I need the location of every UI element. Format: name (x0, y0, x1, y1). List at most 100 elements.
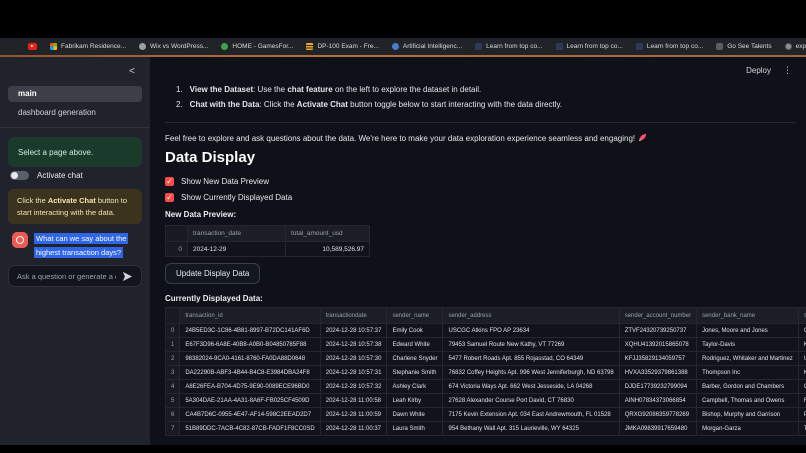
cell: 5A304DAE-21AA-4A31-8A6F-FB025CF4509D (180, 394, 320, 408)
new-data-preview-label: New Data Preview: (165, 210, 796, 219)
cell: A8E26FEA-B704-4D75-9E90-0089ECE96BD0 (180, 380, 320, 394)
text-segment: Chat with the Data (190, 100, 260, 109)
instruction-item: 1. View the Dataset: Use the chat feature… (165, 85, 796, 94)
sidebar-collapse-icon[interactable]: < (129, 67, 135, 77)
sidebar-item-dashboard-generation[interactable]: dashboard generation (8, 105, 142, 121)
cell: 10,589,526.97 (286, 242, 370, 257)
text-segment: chat feature (287, 85, 332, 94)
bookmark-item[interactable]: HOME - GamesFor... (221, 43, 293, 50)
chat-input-container (8, 265, 142, 287)
rocket-emoji (638, 133, 647, 144)
bookmark-label: Learn from top co... (647, 43, 703, 50)
cell: 0 (166, 242, 188, 257)
checkbox-icon[interactable]: ✓ (165, 177, 174, 186)
cell: Taylor-Davis (697, 338, 799, 352)
column-header[interactable]: sender_bank_name (697, 308, 799, 324)
leaf-favicon-icon (221, 43, 228, 50)
section-divider (165, 122, 796, 123)
cell: 2024-12-28 11:00:59 (320, 408, 387, 422)
column-header[interactable]: transactiondate (320, 308, 387, 324)
cell: XQHU41392015865078 (619, 338, 696, 352)
cell: 2024-12-28 10:57:32 (320, 380, 387, 394)
selected-text: What can we say about the highest transa… (34, 233, 128, 258)
bookmark-item[interactable]: Learn from top co... (636, 43, 703, 50)
column-header[interactable]: total_amount_usd (286, 226, 370, 242)
list-favicon-icon (306, 43, 313, 50)
bookmark-item[interactable]: Fabrikam Residence... (50, 43, 126, 50)
cell: 5 (166, 394, 180, 408)
cell: 2024-12-28 11:00:37 (320, 422, 387, 436)
cell: 24B5ED3C-1C86-4B81-8997-B72DC141AF6D (180, 324, 320, 338)
table-row[interactable]: 4A8E26FEA-B704-4D75-9E90-0089ECE96BD0202… (166, 380, 806, 394)
cell: Leah Kirby (387, 394, 443, 408)
bookmark-item[interactable]: Artificial Intelligenc... (392, 43, 462, 50)
text-segment: Activate Chat (297, 100, 348, 109)
text-segment: button toggle below to start interacting… (348, 100, 562, 109)
column-header[interactable]: sender_name (387, 308, 443, 324)
cell: 674 Victoria Ways Apt. 662 West Jessesid… (443, 380, 619, 394)
column-header[interactable] (166, 308, 180, 324)
column-header[interactable]: sender_swift_co (798, 308, 806, 324)
text-segment: : Use the (253, 85, 287, 94)
instruction-number: 1. (176, 85, 183, 94)
text-segment: View the Dataset (190, 85, 253, 94)
bookmark-item[interactable]: Learn from top co... (475, 43, 542, 50)
send-icon[interactable] (122, 271, 133, 282)
column-header[interactable] (166, 226, 188, 242)
bookmark-item[interactable]: exposing bill gates (785, 43, 806, 50)
checkbox-show-currently-displayed-data[interactable]: ✓ Show Currently Displayed Data (165, 193, 796, 202)
column-header[interactable]: transaction_id (180, 308, 320, 324)
column-header[interactable]: sender_account_number (619, 308, 696, 324)
column-header[interactable]: sender_address (443, 308, 619, 324)
checkbox-icon[interactable]: ✓ (165, 193, 174, 202)
checkbox-label: Show Currently Displayed Data (181, 193, 292, 202)
text-segment: Click the (17, 196, 48, 205)
cell: 2024-12-28 10:57:30 (320, 352, 387, 366)
cell: Rodriguez, Whitaker and Martinez (697, 352, 799, 366)
bookmark-item[interactable]: DP-100 Exam - Fre... (306, 43, 378, 50)
instruction-item: 2. Chat with the Data: Click the Activate… (165, 100, 796, 109)
table-row[interactable]: 3DA22290B-ABF3-4B44-B4C8-E3984DBA24F8202… (166, 366, 806, 380)
book-favicon-icon (475, 43, 482, 50)
column-header[interactable]: transaction_date (188, 226, 286, 242)
bookmark-item[interactable]: Wix vs WordPress... (139, 43, 208, 50)
cell: 1 (166, 338, 180, 352)
cell: 79453 Samuel Route New Kathy, VT 77269 (443, 338, 619, 352)
table-row[interactable]: 1E67F3D96-6A8E-40B8-A0B0-B04850785F88202… (166, 338, 806, 352)
chat-input[interactable] (17, 272, 116, 281)
bookmark-item[interactable]: Learn from top co... (556, 43, 623, 50)
bookmarks-list: Fabrikam Residence... Wix vs WordPress...… (28, 43, 806, 50)
deploy-button[interactable]: Deploy (746, 66, 771, 75)
new-data-preview-table: transaction_datetotal_amount_usd02024-12… (165, 225, 796, 257)
cell: 27628 Alexander Course Port David, CT 76… (443, 394, 619, 408)
update-display-data-button[interactable]: Update Display Data (165, 263, 260, 284)
table-row[interactable]: 6CA4B7D6C-0955-4E47-AF14-598C2EEAD2D7202… (166, 408, 806, 422)
instruction-text: Chat with the Data: Click the Activate C… (190, 100, 562, 109)
bookmark-label: DP-100 Exam - Fre... (317, 43, 378, 50)
instruction-number: 2. (176, 100, 183, 109)
cell: 2024-12-28 10:57:31 (320, 366, 387, 380)
star-favicon-icon (716, 43, 723, 50)
bookmark-label: Go See Talents (727, 43, 771, 50)
cell: 51B89DDC-7ACB-4C82-87CB-FADF1F8CC0SD (180, 422, 320, 436)
cell: QRXG92086359778269 (619, 408, 696, 422)
checkbox-show-new-data-preview[interactable]: ✓Show New Data Preview (165, 177, 796, 186)
table-row[interactable]: 55A304DAE-21AA-4A31-8A6F-FB025CF4509D202… (166, 394, 806, 408)
chat-message: What can we say about the highest transa… (12, 232, 142, 261)
table-row[interactable]: 751B89DDC-7ACB-4C82-87CB-FADF1F8CC0SD202… (166, 422, 806, 436)
table-row[interactable]: 298382024-9CA0-4161-8760-FA0DA88D0648202… (166, 352, 806, 366)
bookmark-item[interactable] (28, 43, 37, 50)
cell: Thompson Inc (697, 366, 799, 380)
table-row[interactable]: 024B5ED3C-1C86-4B81-8997-B72DC141AF6D202… (166, 324, 806, 338)
table-row[interactable]: 02024-12-2910,589,526.97 (166, 242, 370, 257)
cell: 2 (166, 352, 180, 366)
activate-chat-toggle[interactable] (10, 171, 29, 180)
youtube-favicon-icon (28, 43, 37, 50)
overflow-menu-icon[interactable]: ⋮ (783, 66, 792, 75)
sidebar-item-main[interactable]: main (8, 86, 142, 102)
cell: Emily Cook (387, 324, 443, 338)
text-segment: : Click the (259, 100, 296, 109)
cell: DA22290B-ABF3-4B44-B4C8-E3984DBA24F8 (180, 366, 320, 380)
bookmark-label: Wix vs WordPress... (150, 43, 208, 50)
bookmark-item[interactable]: Go See Talents (716, 43, 771, 50)
